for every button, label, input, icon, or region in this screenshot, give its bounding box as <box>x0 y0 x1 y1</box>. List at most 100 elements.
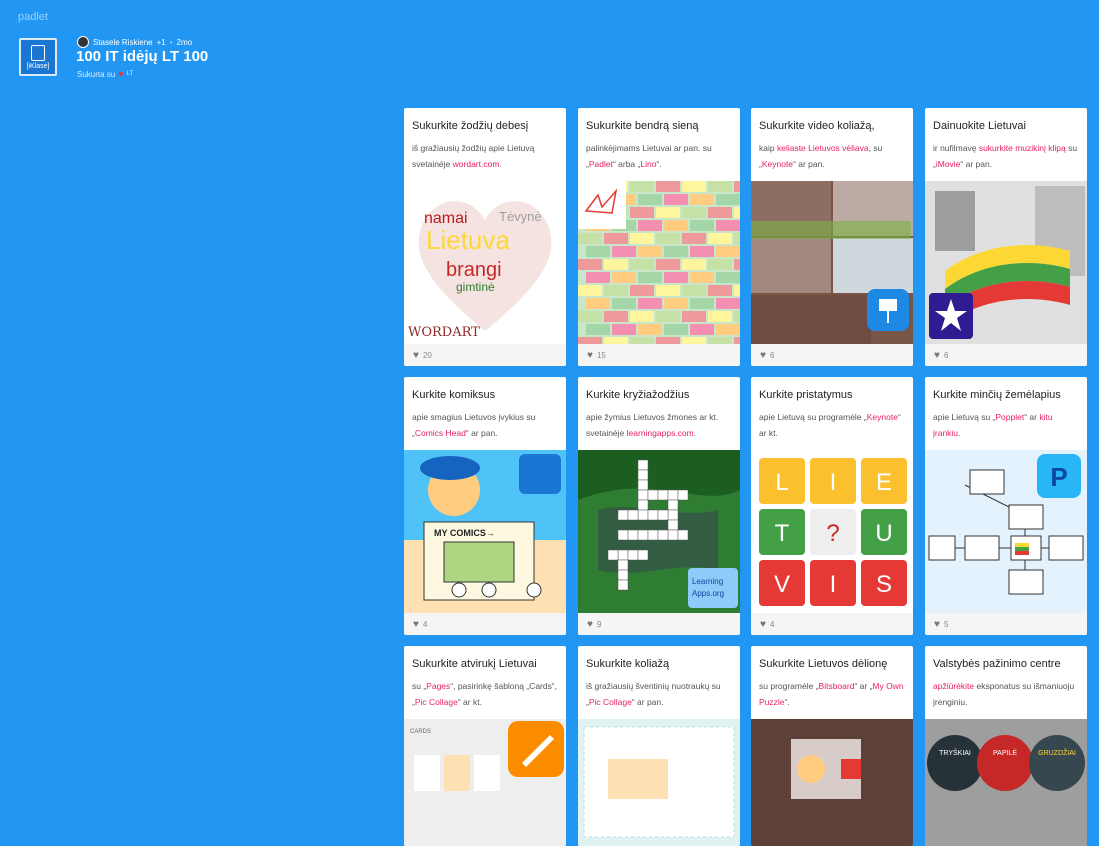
post-card[interactable]: Kurkite minčių žemėlapius apie Lietuvą su… <box>925 377 1087 635</box>
word-brangi: brangi <box>446 259 502 281</box>
post-body: apie Lietuvą su programėle „Keynote“ ar … <box>751 401 913 449</box>
like-count: 5 <box>943 619 949 629</box>
post-link[interactable]: Popplet <box>995 412 1024 422</box>
flag-photo <box>925 181 1087 344</box>
tile-letter: T <box>775 520 790 547</box>
post-card[interactable]: Sukurkite koliažą iš gražiausių šventinių… <box>578 646 740 846</box>
letter-tiles: L I E T? U V I S <box>751 450 913 613</box>
post-text: “ ar pan. <box>631 697 664 707</box>
post-link[interactable]: sukurkite muzikinį klipą <box>979 143 1066 153</box>
like-icon[interactable]: ♥ <box>934 619 940 630</box>
like-icon[interactable]: ♥ <box>413 350 419 361</box>
post-card[interactable]: Sukurkite žodžių debesį iš gražiausių žod… <box>404 108 566 366</box>
post-card[interactable]: Kurkite pristatymus apie Lietuvą su progr… <box>751 377 913 635</box>
post-link[interactable]: Keynote <box>762 159 793 169</box>
remake-count: +1 <box>156 37 166 47</box>
post-footer: ♥ 20 <box>404 344 566 366</box>
post-title: Kurkite komiksus <box>412 389 496 401</box>
post-title: Kurkite minčių žemėlapius <box>933 389 1061 401</box>
post-link[interactable]: Keynote <box>867 412 898 422</box>
post-body: iš gražiausių žodžių apie Lietuvą svetai… <box>404 132 566 180</box>
post-image[interactable] <box>751 181 913 344</box>
post-link[interactable]: Padlet <box>589 159 613 169</box>
tablet-icon <box>31 44 45 61</box>
post-card[interactable]: Valstybės pažinimo centre apžiūrėkite eks… <box>925 646 1087 846</box>
post-body: apie žymius Lietuvos žmones ar kt. sveta… <box>578 401 740 449</box>
post-card[interactable]: Sukurkite video koliažą, kaip keliaste Li… <box>751 108 913 366</box>
tile-letter: V <box>774 571 790 598</box>
post-body: su programėle „Bitsboard“ ar „My Own Puz… <box>751 670 913 718</box>
board-title: 100 IT idėjų LT 100 <box>76 48 209 65</box>
author-avatar[interactable] <box>77 36 89 48</box>
post-link[interactable]: Lino <box>640 159 656 169</box>
post-card[interactable]: Sukurkite atvirukį Lietuvai su „Pages“, p… <box>404 646 566 846</box>
post-text: ir nufilmavę <box>933 143 979 153</box>
like-count: 9 <box>596 619 602 629</box>
post-footer: ♥ 9 <box>578 613 740 635</box>
popplet-letter: P <box>1050 462 1067 492</box>
post-text: su „ <box>412 681 427 691</box>
word-lietuva: Lietuva <box>426 225 510 255</box>
post-link[interactable]: Pic Collage <box>415 697 458 707</box>
post-title: Sukurkite bendrą sieną <box>586 120 699 132</box>
post-body: iš gražiausių šventinių nuotraukų su „Pi… <box>578 670 740 718</box>
learning-text: Learning <box>692 577 723 586</box>
post-text: “. <box>784 697 790 707</box>
like-icon[interactable]: ♥ <box>934 350 940 361</box>
post-link[interactable]: iMovie <box>936 159 961 169</box>
post-title: Dainuokite Lietuvai <box>933 120 1026 132</box>
like-icon[interactable]: ♥ <box>760 619 766 630</box>
post-title: Kurkite kryžiažodžius <box>586 389 690 401</box>
post-card[interactable]: Sukurkite Lietuvos dėlionę su programėle … <box>751 646 913 846</box>
wordart-logo: WORDART <box>408 325 480 340</box>
post-card[interactable]: Kurkite kryžiažodžius apie žymius Lietuvo… <box>578 377 740 635</box>
post-footer: ♥ 15 <box>578 344 740 366</box>
post-link[interactable]: apžiūrėkite <box>933 681 974 691</box>
learningapps-logo <box>688 568 738 608</box>
post-link[interactable]: learningapps.com <box>627 428 694 438</box>
post-footer: ♥ 5 <box>925 613 1087 635</box>
like-icon[interactable]: ♥ <box>413 619 419 630</box>
post-link[interactable]: Bitsboard <box>819 681 855 691</box>
post-title: Kurkite pristatymus <box>759 389 853 401</box>
post-image[interactable] <box>925 181 1087 344</box>
post-link[interactable]: Pages <box>426 681 450 691</box>
post-text: “ ar <box>1024 412 1040 422</box>
like-icon[interactable]: ♥ <box>760 350 766 361</box>
padlet-brand[interactable]: padlet <box>18 11 48 23</box>
post-title: Sukurkite atvirukį Lietuvai <box>412 658 537 670</box>
post-body: su „Pages“, pasirinkę šabloną „Cards“, „… <box>404 670 566 718</box>
post-footer: ♥ 4 <box>404 613 566 635</box>
post-link[interactable]: keliaste Lietuvos vėliava <box>777 143 869 153</box>
post-image[interactable]: namai Tėvynė Lietuva brangi gimtinė WORD… <box>404 181 566 344</box>
author-meta: Stasele Riskiene +1 • 2mo <box>77 36 192 48</box>
post-link[interactable]: Pic Collage <box>589 697 632 707</box>
post-image[interactable] <box>578 181 740 344</box>
post-text: “ ar pan. <box>960 159 993 169</box>
author-name[interactable]: Stasele Riskiene <box>93 38 153 47</box>
post-footer: ♥ 6 <box>925 344 1087 366</box>
post-link[interactable]: Comics Head <box>415 428 466 438</box>
cards-label: CARDS <box>410 729 431 735</box>
post-image[interactable]: P <box>925 450 1087 613</box>
post-text: apie Lietuvą su „ <box>933 412 996 422</box>
post-image[interactable]: Learning Apps.org <box>578 450 740 613</box>
post-title: Sukurkite koliažą <box>586 658 670 670</box>
like-count: 15 <box>596 350 606 360</box>
post-card[interactable]: Sukurkite bendrą sieną palinkėjimams Liet… <box>578 108 740 366</box>
made-with-lt: LT <box>126 71 134 77</box>
iklase-logo[interactable]: [iKlasė] <box>19 38 57 76</box>
post-text: “ arba „ <box>612 159 641 169</box>
like-icon[interactable]: ♥ <box>587 619 593 630</box>
post-link[interactable]: wordart.com <box>453 159 500 169</box>
word-cloud-heart: namai Tėvynė Lietuva brangi gimtinė WORD… <box>404 181 566 344</box>
tile-letter: U <box>875 520 892 547</box>
like-icon[interactable]: ♥ <box>587 350 593 361</box>
post-image[interactable]: MY COMICS→ <box>404 450 566 613</box>
like-count: 4 <box>422 619 428 629</box>
post-card[interactable]: Kurkite komiksus apie smagius Lietuvos įv… <box>404 377 566 635</box>
sticky-wall <box>578 181 740 344</box>
tile-letter: I <box>830 571 837 598</box>
post-card[interactable]: Dainuokite Lietuvai ir nufilmavę sukurkit… <box>925 108 1087 366</box>
post-image[interactable]: L I E T? U V I S <box>751 450 913 613</box>
